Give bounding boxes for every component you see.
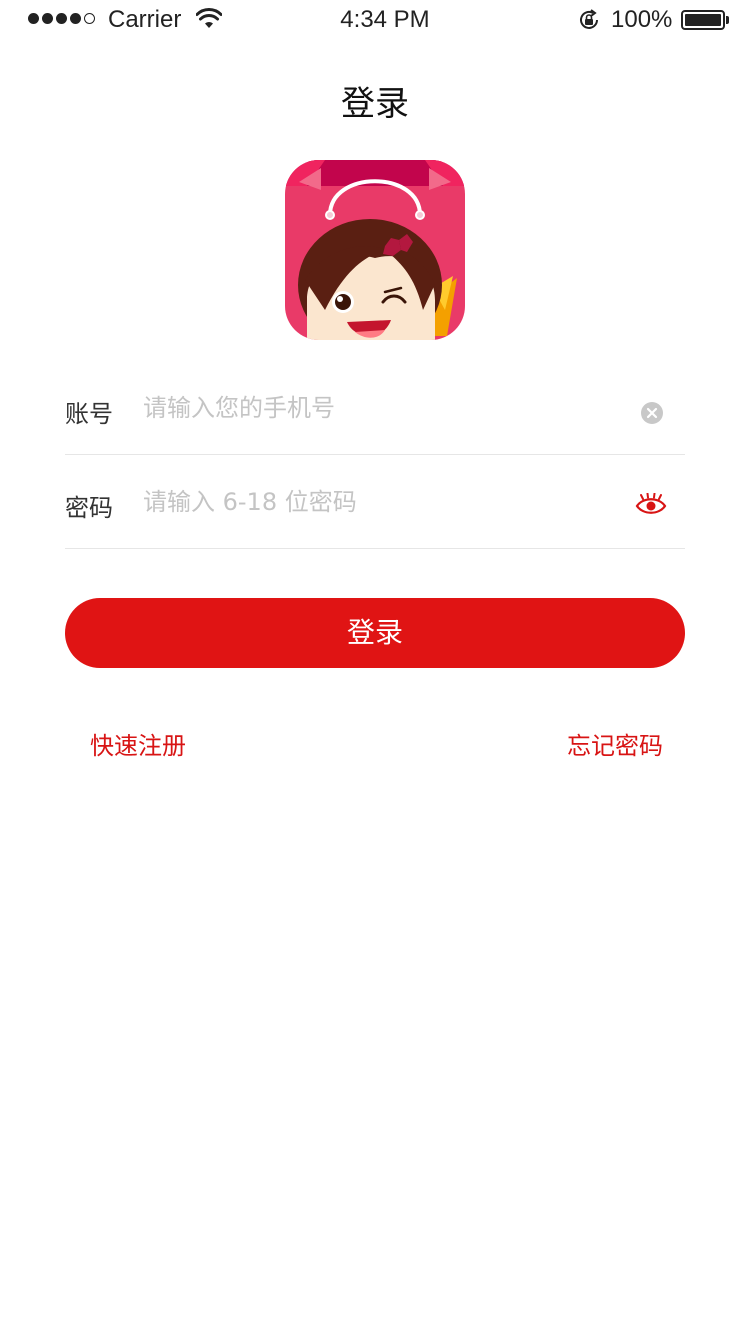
shopping-bag-girl-logo	[285, 160, 465, 340]
page-title: 登录	[341, 84, 409, 124]
password-input[interactable]	[143, 484, 603, 520]
status-bar: Carrier 4:34 PM 100%	[0, 0, 750, 40]
password-row: 密码	[65, 454, 685, 549]
account-input[interactable]	[143, 390, 603, 426]
account-row: 账号	[65, 360, 685, 455]
battery-nub	[726, 16, 729, 24]
account-label: 账号	[65, 400, 113, 428]
battery-percent: 100%	[611, 6, 673, 33]
eye-icon[interactable]	[635, 493, 667, 517]
login-button[interactable]: 登录	[65, 598, 685, 668]
register-link[interactable]: 快速注册	[90, 726, 186, 761]
battery-level	[685, 14, 721, 26]
forgot-password-link[interactable]: 忘记密码	[567, 726, 663, 761]
app-logo	[285, 160, 465, 340]
rotation-lock-icon	[580, 9, 598, 29]
clear-icon[interactable]	[641, 402, 663, 424]
battery-icon	[681, 10, 725, 30]
password-label: 密码	[65, 494, 113, 522]
